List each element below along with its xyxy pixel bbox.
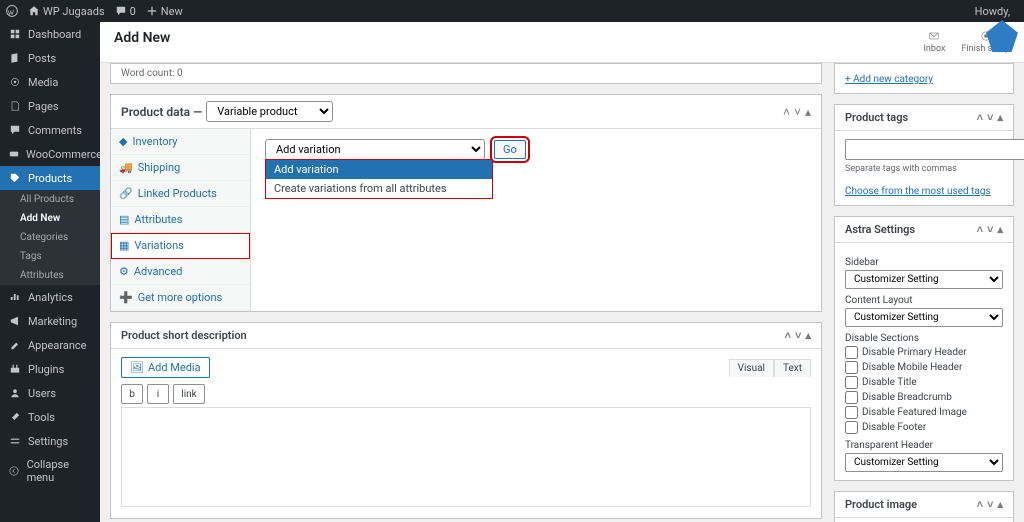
tags-note: Separate tags with commas <box>845 164 1003 174</box>
menu-appearance[interactable]: Appearance <box>0 333 100 357</box>
tab-attributes[interactable]: ▤Attributes <box>111 207 250 233</box>
add-media-button[interactable]: 🖼Add Media <box>121 357 210 378</box>
tag-input[interactable] <box>845 139 1024 160</box>
word-count: Word count: 0 <box>111 64 821 83</box>
editor-tab-text[interactable]: Text <box>774 359 811 377</box>
disable-featured-image[interactable] <box>845 406 858 419</box>
inbox-button[interactable]: Inbox <box>923 30 945 54</box>
disable-sections-label: Disable Sections <box>845 333 1003 344</box>
submenu-attributes[interactable]: Attributes <box>0 266 100 285</box>
transparent-header-label: Transparent Header <box>845 440 1003 451</box>
sidebar-select[interactable]: Customizer Setting <box>845 270 1003 289</box>
tab-advanced[interactable]: ⚙Advanced <box>111 259 250 285</box>
transparent-header-select[interactable]: Customizer Setting <box>845 453 1003 472</box>
tab-variations[interactable]: ▦Variations <box>111 233 250 259</box>
sidebar-label: Sidebar <box>845 257 1003 268</box>
wp-logo[interactable] <box>6 5 18 17</box>
tab-get-more[interactable]: ➕Get more options <box>111 285 250 311</box>
option-create-from-attributes[interactable]: Create variations from all attributes <box>266 179 492 198</box>
chevron-down-icon[interactable]: ˅ <box>795 329 801 342</box>
categories-box: + Add new category <box>834 63 1014 94</box>
chevron-up-icon[interactable]: ˄ <box>783 105 790 119</box>
tab-inventory[interactable]: ◆Inventory <box>111 129 250 155</box>
disable-title[interactable] <box>845 376 858 389</box>
menu-users[interactable]: Users <box>0 381 100 405</box>
tab-linked-products[interactable]: 🔗Linked Products <box>111 181 250 207</box>
content-layout-select[interactable]: Customizer Setting <box>845 308 1003 327</box>
admin-menu: Dashboard Posts Media Pages Comments Woo… <box>0 22 100 522</box>
go-button[interactable]: Go <box>494 140 526 159</box>
menu-media[interactable]: Media <box>0 70 100 94</box>
add-new-category-link[interactable]: + Add new category <box>845 74 933 85</box>
menu-posts[interactable]: Posts <box>0 46 100 70</box>
bold-button[interactable]: b <box>121 384 143 404</box>
short-desc-textarea[interactable] <box>121 407 811 507</box>
toggle-icon[interactable]: ▴ <box>805 105 811 119</box>
disable-mobile-header[interactable] <box>845 361 858 374</box>
submenu-tags[interactable]: Tags <box>0 247 100 266</box>
menu-marketing[interactable]: Marketing <box>0 309 100 333</box>
short-desc-title: Product short description <box>121 329 247 342</box>
disable-primary-header[interactable] <box>845 346 858 359</box>
site-name[interactable]: WP Jugaads <box>28 5 105 18</box>
option-add-variation[interactable]: Add variation <box>266 160 492 179</box>
chevron-down-icon[interactable]: ˅ <box>794 105 801 119</box>
menu-plugins[interactable]: Plugins <box>0 357 100 381</box>
variation-action-select[interactable]: Add variation <box>265 139 485 160</box>
submenu-categories[interactable]: Categories <box>0 228 100 247</box>
italic-button[interactable]: i <box>147 384 169 404</box>
menu-settings[interactable]: Settings <box>0 429 100 453</box>
product-data-box: Product data — Variable product ˄ ˅ ▴ ◆I… <box>110 94 822 312</box>
menu-woocommerce[interactable]: WooCommerce <box>0 142 100 166</box>
editor-tab-visual[interactable]: Visual <box>729 359 774 377</box>
page-title: Add New <box>114 30 170 46</box>
product-image-title: Product image <box>845 498 917 511</box>
product-tags-title: Product tags <box>845 111 908 124</box>
menu-analytics[interactable]: Analytics <box>0 285 100 309</box>
product-tags-box: Product tags˄˅▴ Add Separate tags with c… <box>834 104 1014 206</box>
disable-footer[interactable] <box>845 421 858 434</box>
menu-comments[interactable]: Comments <box>0 118 100 142</box>
menu-tools[interactable]: Tools <box>0 405 100 429</box>
new-content[interactable]: New <box>146 5 183 18</box>
menu-pages[interactable]: Pages <box>0 94 100 118</box>
tab-shipping[interactable]: 🚚Shipping <box>111 155 250 181</box>
product-data-label: Product data — <box>121 105 202 119</box>
howdy[interactable]: Howdy, <box>975 5 1010 18</box>
short-description-box: Product short description ˄ ˅ ▴ 🖼Add Media… <box>110 322 822 519</box>
submenu-add-new[interactable]: Add New <box>0 209 100 228</box>
toggle-icon[interactable]: ▴ <box>805 329 811 342</box>
collapse-menu[interactable]: Collapse menu <box>0 453 100 489</box>
menu-dashboard[interactable]: Dashboard <box>0 22 100 46</box>
wordcount-box: Word count: 0 <box>110 63 822 84</box>
product-image-box: Product image˄˅▴ Set product image <box>834 491 1014 522</box>
submenu-all-products[interactable]: All Products <box>0 190 100 209</box>
link-button[interactable]: link <box>173 384 205 404</box>
product-type-select[interactable]: Variable product <box>206 101 333 122</box>
chevron-up-icon[interactable]: ˄ <box>785 329 791 342</box>
astra-settings-box: Astra Settings˄˅▴ Sidebar Customizer Set… <box>834 216 1014 481</box>
disable-breadcrumb[interactable] <box>845 391 858 404</box>
menu-products[interactable]: Products <box>0 166 100 190</box>
astra-title: Astra Settings <box>845 223 915 236</box>
content-layout-label: Content Layout <box>845 295 1003 306</box>
variation-dropdown: Add variation Create variations from all… <box>265 159 493 199</box>
admin-bar: WP Jugaads 0 New Howdy, <box>0 0 1024 22</box>
comments-count[interactable]: 0 <box>115 5 136 18</box>
choose-used-tags-link[interactable]: Choose from the most used tags <box>845 186 991 197</box>
